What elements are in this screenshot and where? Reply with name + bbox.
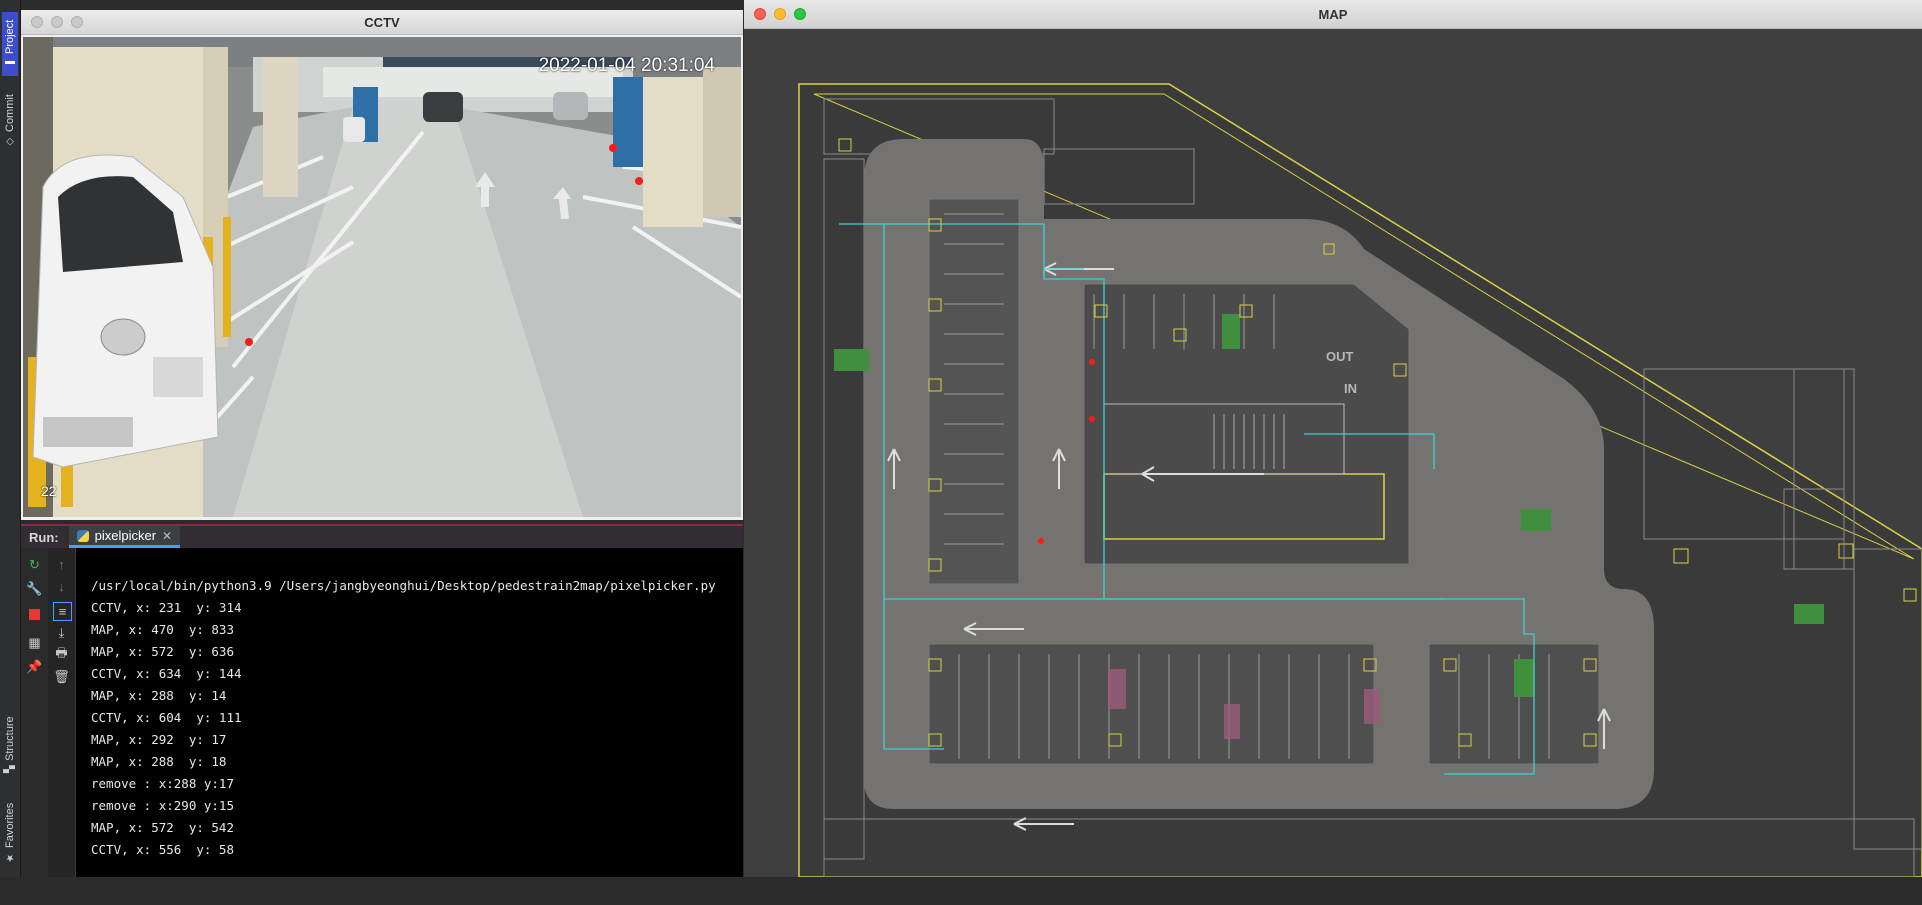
tab-favorites[interactable]: ★ Favorites — [2, 796, 18, 870]
console-line: CCTV, x: 556 y: 58 — [91, 842, 234, 857]
run-toolbar-secondary: ↑ ↓ ≡ ⤓ 🖶 🗑 — [48, 548, 76, 877]
zoom-button[interactable] — [794, 8, 806, 20]
map-window-title: MAP — [1318, 6, 1348, 22]
tab-structure-label: Structure — [4, 716, 16, 762]
map-window: MAP OUT IN — [744, 0, 1922, 877]
console-line: remove : x:290 y:15 — [91, 798, 234, 813]
console-line: CCTV, x: 634 y: 144 — [91, 666, 242, 681]
console-line: MAP, x: 470 y: 833 — [91, 622, 234, 637]
cctv-camera-view[interactable]: 2022-01-04 20:31:04 22 — [23, 37, 741, 517]
run-tab-pixelpicker[interactable]: pixelpicker ✕ — [68, 526, 181, 548]
cctv-titlebar[interactable]: CCTV — [21, 10, 743, 35]
tab-commit[interactable]: ◇ Commit — [2, 88, 18, 154]
map-in-label: IN — [1344, 381, 1357, 396]
run-toolbar: ↻ 🔧 ▦ 📌 — [21, 548, 49, 877]
cctv-point-marker — [245, 338, 253, 346]
camera-id: 22 — [41, 483, 57, 499]
map-point-marker — [1089, 416, 1095, 422]
console-line: MAP, x: 572 y: 542 — [91, 820, 234, 835]
wrench-icon[interactable]: 🔧 — [26, 580, 43, 597]
run-label: Run: — [29, 529, 59, 545]
tab-project[interactable]: ▬ Project — [2, 12, 18, 76]
map-point-marker — [1038, 538, 1044, 544]
cctv-point-marker — [635, 177, 643, 185]
console-line: CCTV, x: 604 y: 111 — [91, 710, 242, 725]
scroll-to-end-icon[interactable]: ⤓ — [53, 624, 70, 641]
parking-garage-camera-image — [23, 37, 741, 517]
up-arrow-icon[interactable]: ↑ — [53, 556, 70, 573]
console-line: MAP, x: 292 y: 17 — [91, 732, 227, 747]
map-out-label: OUT — [1326, 349, 1354, 364]
console-output[interactable]: /usr/local/bin/python3.9 /Users/jangbyeo… — [91, 553, 716, 905]
close-button[interactable] — [31, 16, 43, 28]
pin-icon[interactable]: 📌 — [26, 658, 43, 675]
structure-icon: ▚ — [4, 765, 16, 774]
console-line: /usr/local/bin/python3.9 /Users/jangbyeo… — [91, 578, 716, 593]
tab-structure[interactable]: ▚ Structure — [2, 708, 18, 782]
down-arrow-icon[interactable]: ↓ — [53, 578, 70, 595]
map-point-marker — [1089, 359, 1095, 365]
trash-icon[interactable]: 🗑 — [53, 668, 70, 685]
minimize-button[interactable] — [51, 16, 63, 28]
python-icon — [76, 529, 89, 542]
rerun-icon[interactable]: ↻ — [26, 556, 43, 573]
console-line: MAP, x: 572 y: 636 — [91, 644, 234, 659]
tab-favorites-label: Favorites — [4, 802, 16, 849]
run-panel: Run: pixelpicker ✕ ↻ 🔧 ▦ 📌 ↑ ↓ ≡ ⤓ 🖶 🗑 /… — [21, 524, 743, 877]
folder-icon: ▬ — [4, 57, 16, 69]
ide-tool-strip: ▬ Project ◇ Commit ▚ Structure ★ Favorit… — [0, 0, 21, 877]
minimize-button[interactable] — [774, 8, 786, 20]
stop-button[interactable] — [26, 606, 43, 623]
soft-wrap-icon[interactable]: ≡ — [53, 602, 72, 621]
console-line: CCTV, x: 231 y: 314 — [91, 600, 242, 615]
layout-icon[interactable]: ▦ — [26, 634, 43, 651]
close-button[interactable] — [754, 8, 766, 20]
cctv-window-title: CCTV — [364, 14, 400, 30]
run-tab-label: pixelpicker — [94, 528, 157, 543]
console-line: MAP, x: 288 y: 14 — [91, 688, 227, 703]
print-icon[interactable]: 🖶 — [53, 645, 70, 663]
close-icon[interactable]: ✕ — [162, 529, 172, 543]
console-line: remove : x:288 y:17 — [91, 776, 234, 791]
zoom-button[interactable] — [71, 16, 83, 28]
cctv-point-marker — [609, 144, 617, 152]
tab-commit-label: Commit — [4, 94, 16, 133]
console-line: MAP, x: 288 y: 18 — [91, 754, 227, 769]
star-icon: ★ — [4, 852, 16, 864]
map-canvas[interactable]: OUT IN — [744, 29, 1922, 877]
run-header: Run: pixelpicker ✕ — [21, 524, 743, 548]
map-titlebar[interactable]: MAP — [744, 0, 1922, 29]
parking-floor-plan — [798, 83, 1922, 877]
cctv-timestamp: 2022-01-04 20:31:04 — [538, 55, 715, 76]
cctv-window: CCTV 2022-01-04 20:31:04 22 — [21, 10, 743, 520]
commit-icon: ◇ — [4, 136, 16, 148]
tab-project-label: Project — [4, 19, 16, 54]
